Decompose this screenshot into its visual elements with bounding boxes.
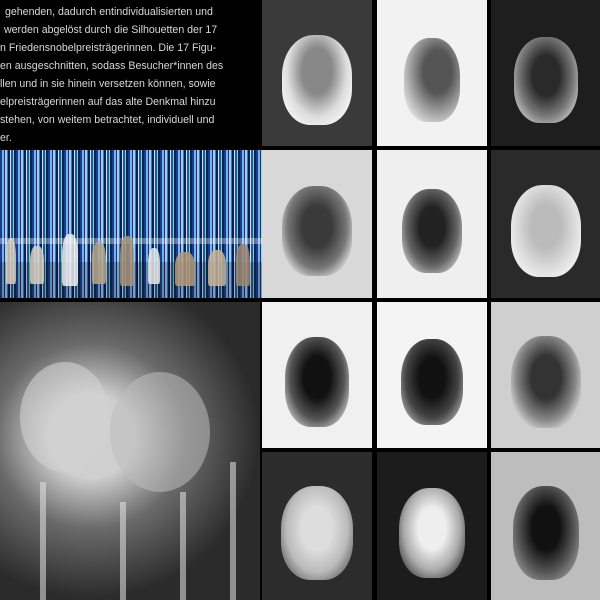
- texture-streak: [230, 462, 236, 600]
- figure-silhouette: [6, 238, 16, 284]
- portrait-12: [491, 452, 600, 600]
- portrait-3: [491, 0, 600, 146]
- portrait-1: [262, 0, 372, 146]
- face-shape: [510, 185, 581, 278]
- figure-silhouette: [236, 244, 250, 286]
- large-inverted-photo: [0, 302, 260, 600]
- face-shape: [404, 38, 460, 123]
- text-line: stehen, von weitem betrachtet, individue…: [0, 114, 215, 126]
- figure-silhouette: [148, 248, 160, 284]
- figure-head-shape: [20, 362, 110, 472]
- figure-silhouette: [30, 246, 44, 284]
- face-shape: [510, 336, 581, 429]
- portrait-8: [377, 302, 487, 448]
- text-line: er.: [0, 132, 12, 144]
- portrait-2: [377, 0, 487, 146]
- figure-silhouette: [208, 250, 226, 286]
- face-shape: [285, 337, 349, 428]
- texture-streak: [180, 492, 186, 600]
- portrait-11: [377, 452, 487, 600]
- portrait-7: [262, 302, 372, 448]
- text-line: en ausgeschnitten, sodass Besucher*innen…: [0, 60, 224, 72]
- portrait-5: [377, 150, 487, 298]
- texture-streak: [120, 502, 126, 600]
- figure-silhouette: [175, 252, 195, 286]
- intro-text-block: gehenden, dadurch entindividualisierten …: [0, 0, 262, 146]
- face-shape: [399, 488, 465, 579]
- stripes-panel-image: [0, 150, 262, 298]
- portrait-10: [262, 452, 372, 600]
- face-shape: [282, 35, 352, 126]
- face-shape: [282, 186, 352, 277]
- face-shape: [513, 37, 578, 124]
- text-line: n Friedensnobelpreisträgerinnen. Die 17 …: [0, 42, 217, 54]
- figure-silhouette: [92, 242, 106, 284]
- portrait-4: [262, 150, 372, 298]
- text-line: elpreisträgerinnen auf das alte Denkmal …: [0, 96, 216, 108]
- text-line: werden abgelöst durch die Silhouetten de…: [4, 24, 218, 36]
- figure-silhouette: [120, 236, 134, 286]
- face-shape: [281, 486, 353, 581]
- text-line: gehenden, dadurch entindividualisierten …: [5, 6, 213, 18]
- portrait-6: [491, 150, 600, 298]
- text-line: llen und in sie hinein versetzen können,…: [0, 78, 216, 90]
- figure-silhouette: [62, 234, 78, 286]
- portrait-9: [491, 302, 600, 448]
- face-shape: [401, 339, 463, 426]
- texture-streak: [40, 482, 46, 600]
- face-shape: [512, 486, 579, 581]
- figure-head-shape: [110, 372, 210, 492]
- face-shape: [402, 189, 462, 274]
